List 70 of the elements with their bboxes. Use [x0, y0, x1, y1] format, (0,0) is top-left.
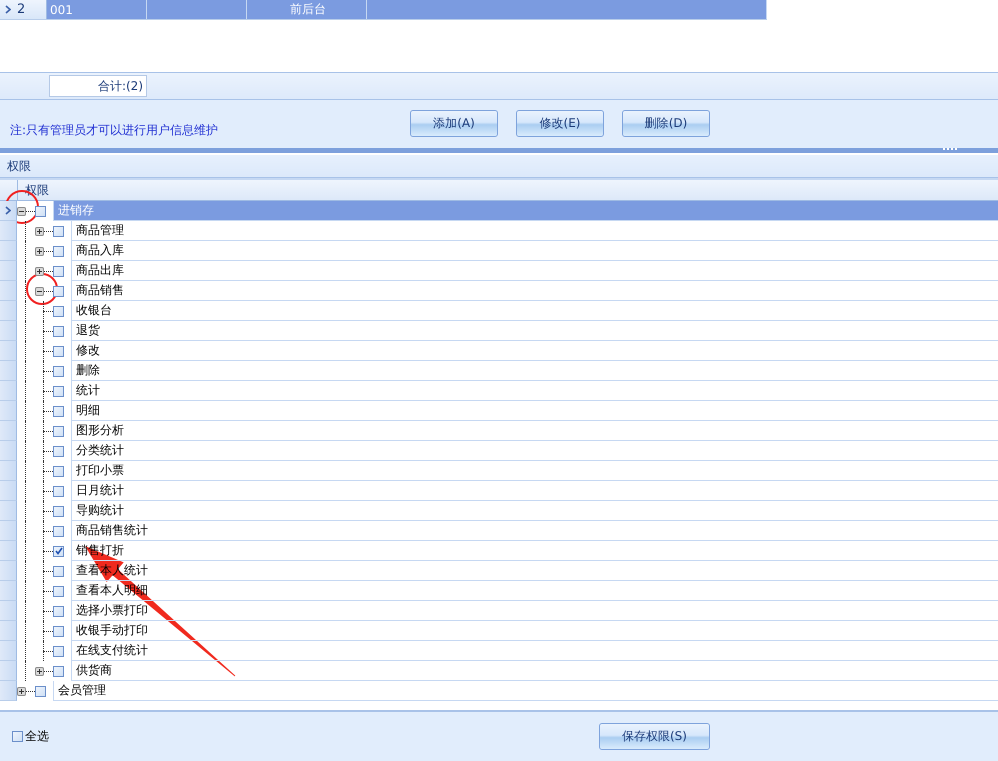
checkbox[interactable] — [53, 586, 64, 596]
checkbox[interactable] — [53, 246, 64, 256]
checkbox[interactable] — [53, 326, 64, 336]
summary-cell: 合计:(2) — [49, 75, 147, 97]
tree-item[interactable]: 选择小票打印 — [71, 601, 998, 621]
row-number: 2 — [17, 2, 26, 17]
checkbox[interactable] — [53, 626, 64, 636]
checkbox[interactable] — [53, 606, 64, 616]
expand-icon[interactable] — [35, 666, 44, 676]
note-text: 注:只有管理员才可以进行用户信息维护 — [9, 122, 220, 138]
tree-item[interactable]: 图形分析 — [71, 421, 998, 441]
tree-item[interactable]: 商品入库 — [71, 241, 998, 261]
checkbox[interactable] — [12, 731, 23, 742]
checkbox[interactable] — [53, 566, 64, 576]
action-button[interactable]: 添加(A) — [410, 110, 498, 136]
tree-item[interactable]: 退货 — [71, 321, 998, 341]
tree-item[interactable]: 收银台 — [71, 301, 998, 321]
row-pointer-icon — [5, 5, 11, 14]
checkbox[interactable] — [53, 426, 64, 436]
checkbox[interactable] — [53, 466, 64, 476]
checkbox[interactable] — [53, 266, 64, 276]
collapse-icon[interactable] — [17, 206, 26, 216]
tree-item[interactable]: 导购统计 — [71, 501, 998, 521]
expand-icon[interactable] — [35, 226, 44, 236]
tree-item[interactable]: 明细 — [71, 401, 998, 421]
tree-item[interactable]: 修改 — [71, 341, 998, 361]
row-header[interactable] — [0, 201, 17, 221]
tree-item[interactable]: 商品销售 — [71, 281, 998, 301]
tree-item[interactable]: 在线支付统计 — [71, 641, 998, 661]
collapse-icon[interactable] — [35, 286, 44, 296]
table-row[interactable]: 2 001 前后台 — [0, 0, 767, 20]
select-all-checkbox[interactable]: 全选 — [12, 728, 599, 745]
grip-icon[interactable] — [942, 148, 958, 151]
tree-item[interactable]: 会员管理 — [53, 681, 998, 701]
expand-icon[interactable] — [35, 246, 44, 256]
checkbox[interactable] — [53, 346, 64, 356]
tree-item[interactable]: 删除 — [71, 361, 998, 381]
annotation-circle — [26, 273, 58, 305]
checkbox[interactable] — [53, 366, 64, 376]
checkbox[interactable] — [53, 526, 64, 536]
checkbox[interactable] — [53, 646, 64, 656]
tree-item[interactable]: 打印小票 — [71, 461, 998, 481]
checkbox[interactable] — [35, 686, 46, 696]
tree-item[interactable]: 商品出库 — [71, 261, 998, 281]
tree-item[interactable]: 商品管理 — [71, 221, 998, 241]
checkbox[interactable] — [53, 546, 64, 556]
checkbox[interactable] — [35, 206, 46, 216]
panel-title: 权限 — [0, 155, 998, 178]
table-cell: 001 — [50, 2, 73, 16]
tree-item[interactable]: 商品销售统计 — [71, 521, 998, 541]
tree-item[interactable]: 统计 — [71, 381, 998, 401]
checkbox[interactable] — [53, 506, 64, 516]
action-button[interactable]: 删除(D) — [622, 110, 710, 136]
save-button[interactable]: 保存权限(S) — [599, 723, 710, 750]
expand-icon[interactable] — [17, 686, 26, 696]
checkbox[interactable] — [53, 286, 64, 296]
checkbox[interactable] — [53, 666, 64, 676]
expand-icon[interactable] — [35, 266, 44, 276]
tree-item[interactable]: 日月统计 — [71, 481, 998, 501]
checkbox[interactable] — [53, 306, 64, 316]
tree-item[interactable]: 分类统计 — [71, 441, 998, 461]
checkbox[interactable] — [53, 446, 64, 456]
checkbox[interactable] — [53, 386, 64, 396]
tree-item[interactable]: 供货商 — [71, 661, 998, 681]
action-button[interactable]: 修改(E) — [516, 110, 604, 136]
tree-item[interactable]: 收银手动打印 — [71, 621, 998, 641]
checkbox[interactable] — [53, 486, 64, 496]
table-cell: 前后台 — [290, 1, 326, 18]
checkbox[interactable] — [53, 406, 64, 416]
checkbox[interactable] — [53, 226, 64, 236]
